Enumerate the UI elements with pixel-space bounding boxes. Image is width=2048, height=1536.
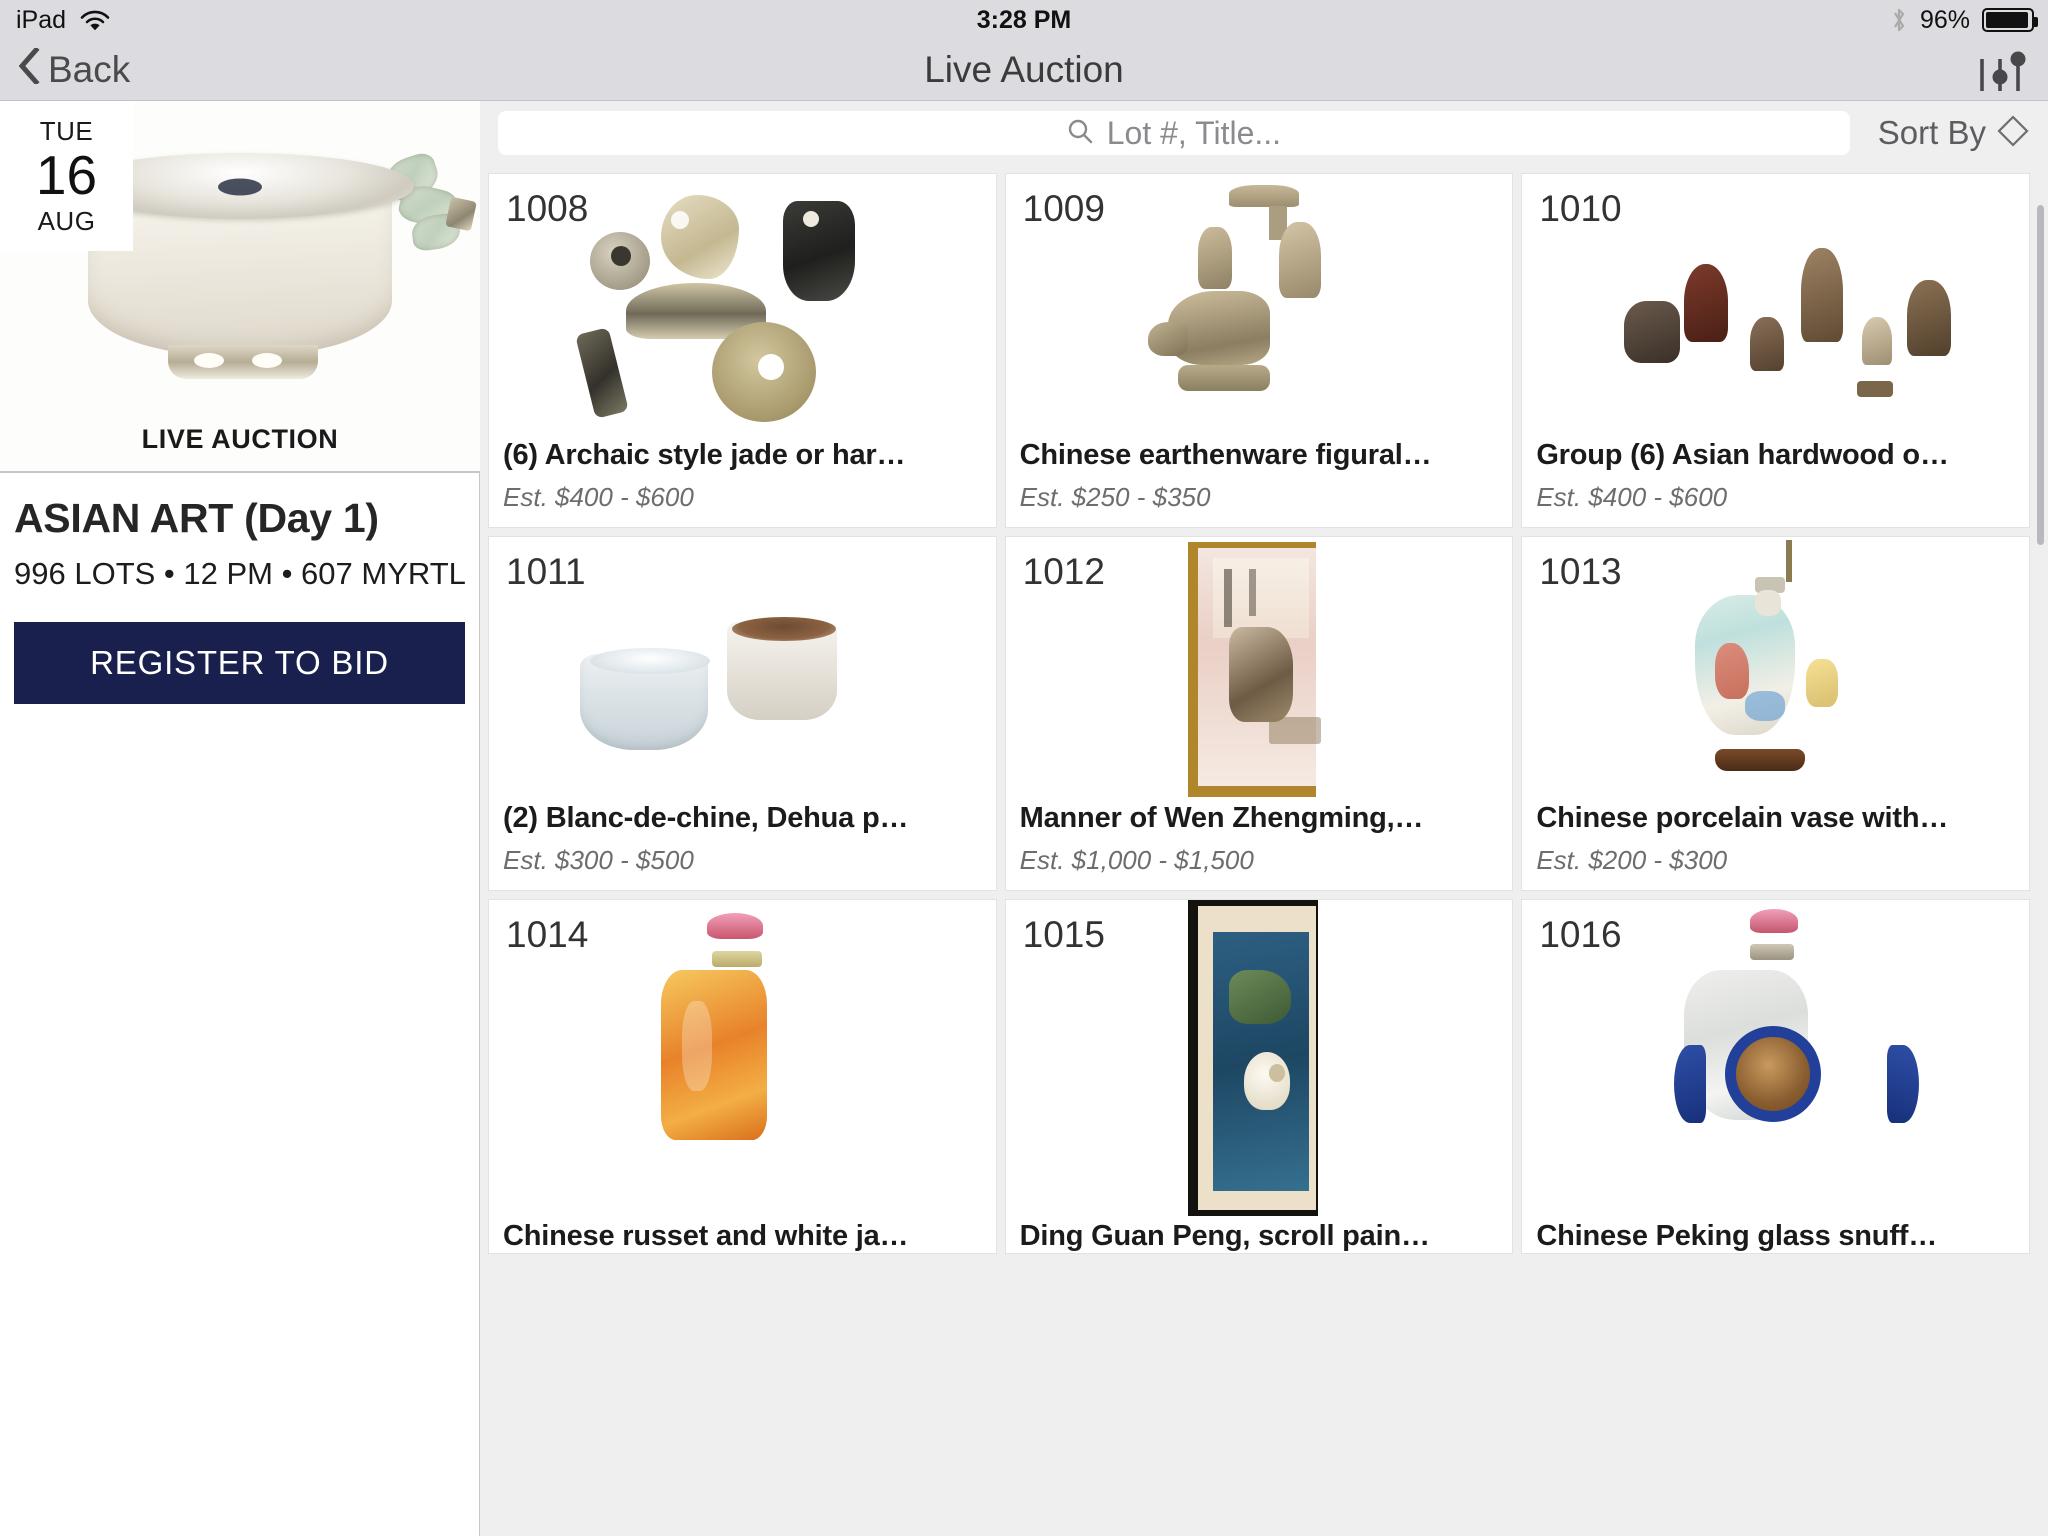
lot-thumbnail: 1011 xyxy=(489,537,996,802)
search-placeholder: Lot #, Title... xyxy=(1106,114,1282,151)
lot-title: (6) Archaic style jade or har… xyxy=(503,439,906,471)
date-month: AUG xyxy=(37,205,96,236)
auction-sidebar: TUE 16 AUG LIVE AUCTION ASIAN ART (Day 1… xyxy=(0,101,480,1536)
lot-number: 1014 xyxy=(506,914,589,955)
lot-card[interactable]: 1011 (2) Blanc-de-chine, Dehua p… Est. $… xyxy=(488,536,997,891)
lot-title: Chinese russet and white ja… xyxy=(503,1220,909,1252)
lot-card[interactable]: 1015 Ding Guan Peng, scroll pain… xyxy=(1004,899,1514,1254)
lot-thumbnail: 1015 xyxy=(1006,900,1513,1216)
lot-title: Chinese earthenware figural… xyxy=(1019,439,1432,471)
bluetooth-icon xyxy=(1890,7,1908,33)
search-icon xyxy=(1067,118,1093,149)
auction-hero-image[interactable]: TUE 16 AUG LIVE AUCTION xyxy=(0,101,480,471)
lot-thumbnail: 1008 xyxy=(489,174,996,439)
lot-number: 1009 xyxy=(1022,188,1105,229)
lot-estimate: Est. $1,000 - $1,500 xyxy=(1019,845,1254,875)
vertical-scrollbar[interactable] xyxy=(2037,205,2044,545)
lot-grid-scroll-area[interactable]: 1008 (6) Archaic style jade or har… Est.… xyxy=(480,165,2048,1536)
search-input[interactable]: Lot #, Title... xyxy=(498,111,1850,155)
lot-estimate: Est. $400 - $600 xyxy=(1536,482,1728,512)
lot-title: Manner of Wen Zhengming,… xyxy=(1019,802,1424,834)
lot-thumbnail: 1010 xyxy=(1522,174,2029,439)
lot-estimate: Est. $300 - $500 xyxy=(503,845,694,875)
date-day-of-month: 16 xyxy=(35,144,98,207)
sort-by-label: Sort By xyxy=(1877,114,1986,151)
auction-date-badge: TUE 16 AUG xyxy=(0,101,133,251)
lot-title: Ding Guan Peng, scroll pain… xyxy=(1019,1220,1430,1252)
auction-info: ASIAN ART (Day 1) 996 LOTS • 12 PM • 607… xyxy=(0,473,479,592)
lot-title: Group (6) Asian hardwood o… xyxy=(1536,439,1949,471)
register-to-bid-button[interactable]: REGISTER TO BID xyxy=(14,622,465,704)
lot-card[interactable]: 1009 Chinese earthenware figural… Est. $… xyxy=(1004,173,1514,528)
lot-number: 1011 xyxy=(506,551,586,592)
lot-number: 1012 xyxy=(1022,551,1105,592)
lot-card[interactable]: 1013 Chinese porcelain vase with… Est. $… xyxy=(1521,536,2030,891)
lot-thumbnail: 1012 xyxy=(1006,537,1513,802)
lot-estimate: Est. $250 - $350 xyxy=(1019,482,1211,512)
lot-grid: 1008 (6) Archaic style jade or har… Est.… xyxy=(480,165,2048,1262)
status-bar-right: 96% xyxy=(1890,5,2038,35)
lot-thumbnail: 1016 xyxy=(1522,900,2029,1216)
lot-title: Chinese porcelain vase with… xyxy=(1536,802,1949,834)
sort-by-control[interactable]: Sort By xyxy=(1862,114,2034,153)
lot-number: 1008 xyxy=(506,188,589,229)
lot-thumbnail: 1009 xyxy=(1006,174,1513,439)
lot-title: Chinese Peking glass snuff… xyxy=(1536,1220,1938,1252)
lot-card[interactable]: 1010 Group (6) Asian hardwood o… Est. $4… xyxy=(1521,173,2030,528)
lot-thumbnail: 1014 xyxy=(489,900,996,1216)
lot-browser-panel: Lot #, Title... Sort By 1008 (6) Archaic… xyxy=(480,101,2048,1536)
hero-caption: LIVE AUCTION xyxy=(141,424,339,454)
lot-thumbnail: 1013 xyxy=(1522,537,2029,802)
status-bar-clock: 3:28 PM xyxy=(976,5,1072,34)
main-content: TUE 16 AUG LIVE AUCTION ASIAN ART (Day 1… xyxy=(0,101,2048,1536)
lot-number: 1010 xyxy=(1539,188,1622,229)
lot-card[interactable]: 1014 Chinese russet and white ja… xyxy=(488,899,997,1254)
lot-toolbar: Lot #, Title... Sort By xyxy=(480,101,2048,165)
lot-title: (2) Blanc-de-chine, Dehua p… xyxy=(503,802,909,834)
lot-number: 1013 xyxy=(1539,551,1622,592)
battery-percent: 96% xyxy=(1919,5,1970,34)
lot-number: 1015 xyxy=(1022,914,1105,955)
lot-card[interactable]: 1008 (6) Archaic style jade or har… Est.… xyxy=(488,173,997,528)
diamond-icon xyxy=(1996,114,2030,153)
jade-handle-right xyxy=(381,149,477,261)
lot-estimate: Est. $400 - $600 xyxy=(503,482,694,512)
page-title: Live Auction xyxy=(924,49,1124,90)
navigation-bar: Back Live Auction xyxy=(0,40,2048,101)
battery-icon xyxy=(1982,8,2038,32)
status-bar: iPad 3:28 PM 96% xyxy=(0,0,2048,40)
date-day-of-week: TUE xyxy=(39,115,94,146)
auction-meta: 996 LOTS • 12 PM • 607 MYRTLE AVENU… xyxy=(14,556,465,591)
sliders-filter-icon[interactable] xyxy=(1974,47,2026,93)
lot-estimate: Est. $200 - $300 xyxy=(1536,845,1728,875)
lot-card[interactable]: 1016 Chinese Peking glass snuff… xyxy=(1521,899,2030,1254)
lot-card[interactable]: 1012 Manner of Wen Zhengming,… Est. $1,0… xyxy=(1004,536,1514,891)
auction-title: ASIAN ART (Day 1) xyxy=(14,495,379,541)
lot-number: 1016 xyxy=(1539,914,1622,955)
